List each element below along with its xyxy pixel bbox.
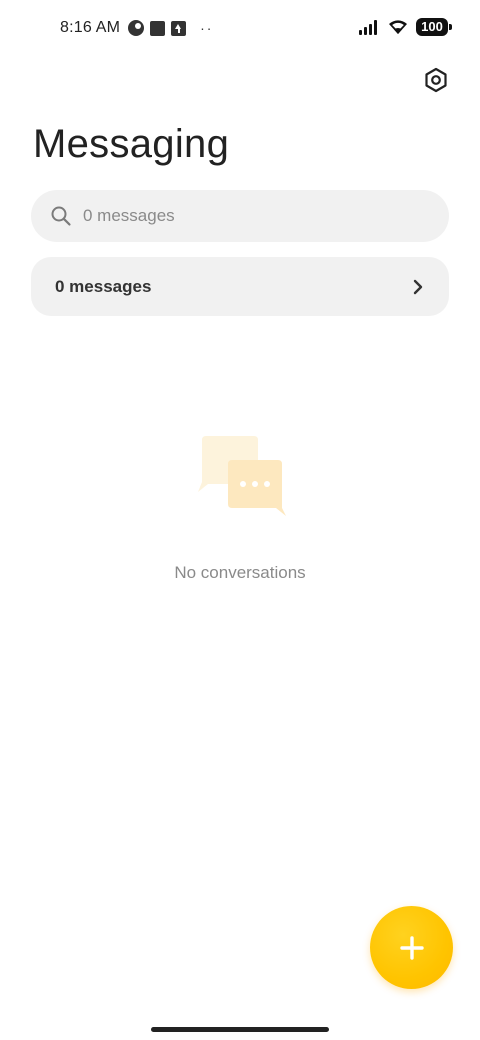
square-notification-icon bbox=[150, 20, 166, 36]
search-input[interactable] bbox=[83, 206, 403, 226]
settings-gear-icon bbox=[425, 67, 447, 93]
data-saver-icon bbox=[128, 20, 145, 36]
messaging-screen: 8:16 AM ·· 100 Messaging 0 messages 0 me… bbox=[0, 0, 480, 1040]
search-bar[interactable] bbox=[31, 190, 449, 242]
status-bar-right: 100 bbox=[358, 16, 452, 38]
new-conversation-button[interactable] bbox=[370, 906, 453, 989]
wifi-icon bbox=[389, 20, 407, 34]
chat-bubbles-icon bbox=[198, 436, 286, 516]
messages-row[interactable]: 0 messages bbox=[31, 257, 449, 316]
more-notifications-icon: ·· bbox=[200, 20, 214, 36]
page-title: Messaging bbox=[33, 122, 230, 166]
messages-row-label: 0 messages bbox=[55, 276, 152, 296]
search-icon bbox=[50, 205, 72, 227]
upload-notification-icon bbox=[171, 20, 187, 36]
plus-icon bbox=[399, 935, 424, 960]
home-indicator[interactable] bbox=[151, 1027, 329, 1032]
status-bar-left: 8:16 AM ·· bbox=[60, 18, 213, 38]
empty-state-text: No conversations bbox=[174, 563, 306, 582]
status-time: 8:16 AM bbox=[60, 19, 121, 36]
settings-button[interactable] bbox=[420, 64, 452, 96]
empty-state: No conversations bbox=[0, 430, 480, 600]
signal-icon bbox=[359, 20, 377, 35]
chevron-right-icon bbox=[411, 277, 425, 297]
battery-icon: 100 bbox=[416, 18, 452, 36]
status-bar: 8:16 AM ·· 100 bbox=[0, 0, 480, 56]
